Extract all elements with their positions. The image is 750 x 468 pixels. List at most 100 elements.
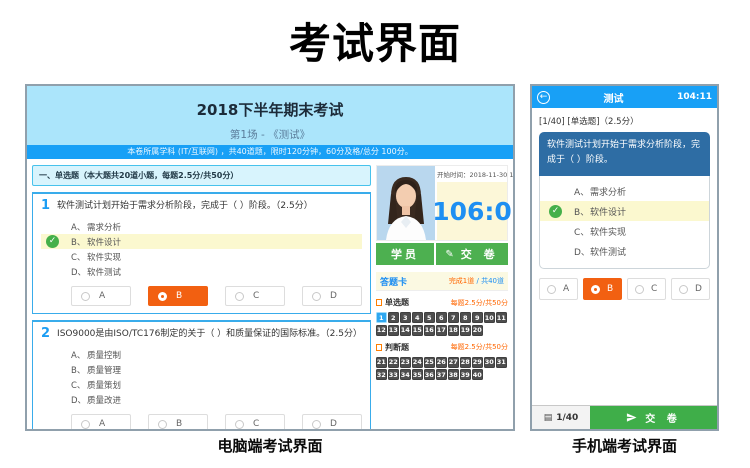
answer-button-b[interactable]: B — [148, 414, 208, 431]
back-button[interactable]: ← — [537, 91, 550, 104]
question-number-cell[interactable]: 5 — [424, 312, 435, 323]
answer-button-c[interactable]: C — [225, 286, 285, 306]
option-row[interactable]: B、质量管理 — [41, 362, 362, 377]
question-number-cell[interactable]: 13 — [388, 325, 399, 336]
mobile-exam-title: 测试 — [550, 90, 677, 105]
option-list: A、质量控制B、质量管理C、质量策划D、质量改进 — [41, 347, 362, 407]
answer-button-a[interactable]: A — [539, 278, 578, 300]
question-number-cell[interactable]: 8 — [460, 312, 471, 323]
question-number-cell[interactable]: 36 — [424, 369, 435, 380]
option-letter: C、 — [574, 225, 590, 238]
answer-button-label: D — [330, 291, 337, 301]
exam-title: 2018下半年期末考试 — [27, 86, 513, 120]
question-number-cell[interactable]: 4 — [412, 312, 423, 323]
question-number-cell[interactable]: 25 — [424, 357, 435, 368]
question-number-cell[interactable]: 17 — [436, 325, 447, 336]
answer-button-label: C — [253, 419, 259, 429]
radio-icon — [679, 285, 688, 294]
question-number-cell[interactable]: 15 — [412, 325, 423, 336]
question-number-cell[interactable]: 30 — [484, 357, 495, 368]
exam-info-bar: 本卷所属学科 (IT/互联网) ，共40道题，限时120分钟，60分及格/总分 … — [27, 145, 513, 159]
option-row[interactable]: C、质量策划 — [41, 377, 362, 392]
option-text: 质量改进 — [87, 394, 121, 406]
question-number-cell[interactable]: 18 — [448, 325, 459, 336]
answer-card-button[interactable]: ▤ 1/40 — [532, 406, 590, 429]
radio-icon — [235, 292, 244, 301]
radio-icon — [81, 292, 90, 301]
answer-button-d[interactable]: D — [302, 414, 362, 431]
option-row[interactable]: D、软件测试 — [540, 241, 709, 261]
question-number-cell[interactable]: 23 — [400, 357, 411, 368]
question-number-cell[interactable]: 26 — [436, 357, 447, 368]
option-letter: B、 — [71, 236, 87, 248]
question-number-cell[interactable]: 33 — [388, 369, 399, 380]
page-title: 考试界面 — [0, 10, 750, 71]
option-list: A、需求分析✓B、软件设计C、软件实现D、软件测试 — [41, 219, 362, 279]
question-number-cell[interactable]: 24 — [412, 357, 423, 368]
question-number-cell[interactable]: 34 — [400, 369, 411, 380]
question-number-cell[interactable]: 11 — [496, 312, 507, 323]
question-number-cell[interactable]: 19 — [460, 325, 471, 336]
option-letter: A、 — [574, 185, 590, 198]
option-text: 软件设计 — [87, 236, 121, 248]
question-number-cell[interactable]: 29 — [472, 357, 483, 368]
question-number-cell[interactable]: 16 — [424, 325, 435, 336]
answer-button-d[interactable]: D — [671, 278, 710, 300]
option-text: 软件实现 — [87, 251, 121, 263]
answer-button-row: ABC D — [71, 286, 362, 306]
question-number-cell[interactable]: 1 — [376, 312, 387, 323]
question-number-cell[interactable]: 40 — [472, 369, 483, 380]
answer-button-a[interactable]: A — [71, 414, 131, 431]
question-number-cell[interactable]: 20 — [472, 325, 483, 336]
question-number-cell[interactable]: 35 — [412, 369, 423, 380]
answer-card-section-label: 判断题 每题2.5分/共50分 — [376, 342, 508, 353]
question-number-cell[interactable]: 9 — [472, 312, 483, 323]
option-row[interactable]: ✓B、软件设计 — [540, 201, 709, 221]
question-number-cell[interactable]: 12 — [376, 325, 387, 336]
option-row[interactable]: C、软件实现 — [540, 221, 709, 241]
option-row[interactable]: A、质量控制 — [41, 347, 362, 362]
answer-card-progress: 完成1道 / 共40道 — [449, 276, 504, 286]
option-row[interactable]: A、需求分析 — [41, 219, 362, 234]
answer-button-a[interactable]: A — [71, 286, 131, 306]
answer-button-c[interactable]: C — [627, 278, 666, 300]
answer-button-c[interactable]: C — [225, 414, 285, 431]
section-score-info: 每题2.5分/共50分 — [451, 342, 508, 352]
option-letter: D、 — [71, 266, 87, 278]
answer-button-b[interactable]: B — [148, 286, 208, 306]
question-number-cell[interactable]: 28 — [460, 357, 471, 368]
question-number-cell[interactable]: 10 — [484, 312, 495, 323]
question-number-cell[interactable]: 39 — [460, 369, 471, 380]
option-row[interactable]: D、质量改进 — [41, 392, 362, 407]
option-letter: D、 — [71, 394, 87, 406]
question-number-cell[interactable]: 21 — [376, 357, 387, 368]
question-number-cell[interactable]: 2 — [388, 312, 399, 323]
answer-button-label: B — [176, 419, 182, 429]
desktop-exam-window: 2018下半年期末考试 第1场 - 《测试》 本卷所属学科 (IT/互联网) ，… — [25, 84, 515, 431]
submit-button-label: 交 卷 — [461, 246, 499, 262]
option-text: 软件测试 — [87, 266, 121, 278]
option-row[interactable]: D、软件测试 — [41, 264, 362, 279]
page-icon — [376, 344, 382, 351]
answer-button-b[interactable]: B — [583, 278, 622, 300]
option-row[interactable]: C、软件实现 — [41, 249, 362, 264]
edit-icon: ✎ — [445, 249, 453, 260]
question-number-cell[interactable]: 27 — [448, 357, 459, 368]
option-row[interactable]: ✓B、软件设计 — [41, 234, 362, 249]
question-number-cell[interactable]: 37 — [436, 369, 447, 380]
option-row[interactable]: A、需求分析 — [540, 181, 709, 201]
question-number-cell[interactable]: 32 — [376, 369, 387, 380]
question-number-cell[interactable]: 3 — [400, 312, 411, 323]
question-number-cell[interactable]: 31 — [496, 357, 507, 368]
question-number-cell[interactable]: 6 — [436, 312, 447, 323]
option-letter: A、 — [71, 349, 87, 361]
mobile-submit-button[interactable]: 交 卷 — [590, 406, 717, 429]
answer-button-d[interactable]: D — [302, 286, 362, 306]
question-number-cell[interactable]: 38 — [448, 369, 459, 380]
submit-button[interactable]: ✎ 交 卷 — [436, 243, 508, 265]
question-number-cell[interactable]: 7 — [448, 312, 459, 323]
radio-icon — [81, 420, 90, 429]
question-number-cell[interactable]: 14 — [400, 325, 411, 336]
exam-main: 一、单选题（本大题共20道小题，每题2.5分/共50分） 1 软件测试计划开始于… — [27, 159, 513, 429]
question-number-cell[interactable]: 22 — [388, 357, 399, 368]
